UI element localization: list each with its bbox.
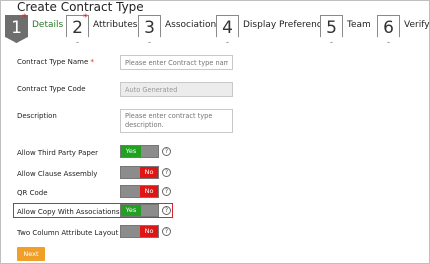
- help-icon[interactable]: ?: [162, 168, 171, 177]
- help-icon[interactable]: ?: [162, 227, 171, 236]
- step-label: Display Preference: [243, 20, 328, 30]
- description-label: Description: [17, 112, 57, 120]
- third-party-paper-toggle[interactable]: Yes: [120, 145, 159, 158]
- page-title: Create Contract Type: [17, 0, 144, 14]
- copy-associations-toggle[interactable]: Yes: [120, 204, 159, 217]
- step-number: 6: [383, 18, 394, 38]
- required-marker: *: [22, 13, 27, 23]
- two-column-layout-toggle[interactable]: No: [120, 225, 159, 238]
- step-label: Team: [347, 20, 371, 30]
- contract-type-name-label: Contract Type Name *: [17, 58, 94, 66]
- step-label: Details: [32, 20, 64, 30]
- help-icon[interactable]: ?: [162, 206, 171, 215]
- help-icon[interactable]: ?: [162, 187, 171, 196]
- step-number: 4: [222, 18, 233, 38]
- qr-code-toggle[interactable]: No: [120, 185, 159, 198]
- toggle-no: No: [140, 186, 158, 197]
- contract-type-code-input: [120, 82, 233, 97]
- step-label: Verify: [404, 20, 430, 30]
- help-icon[interactable]: ?: [162, 147, 171, 156]
- clause-assembly-toggle[interactable]: No: [120, 166, 159, 179]
- third-party-paper-label: Allow Third Party Paper: [17, 149, 99, 157]
- step-label: Association: [165, 20, 217, 30]
- toggle-yes: Yes: [121, 205, 141, 216]
- wizard-steps: 1 * Details 2 * Attributes 3 Association…: [0, 13, 430, 45]
- step-label: Attributes: [93, 20, 138, 30]
- clause-assembly-label: Allow Clause Assembly: [17, 170, 98, 178]
- copy-associations-label: Allow Copy With Associations: [17, 208, 120, 216]
- required-marker: *: [90, 58, 95, 66]
- contract-type-code-label: Contract Type Code: [17, 85, 86, 93]
- next-button[interactable]: Next: [17, 247, 45, 261]
- required-marker: *: [83, 13, 88, 23]
- step-number: 3: [144, 18, 155, 38]
- qr-code-label: QR Code: [17, 189, 48, 197]
- toggle-yes: Yes: [121, 146, 141, 157]
- two-column-layout-label: Two Column Attribute Layout: [17, 229, 119, 237]
- contract-type-name-input[interactable]: [120, 55, 233, 70]
- description-textarea[interactable]: [120, 109, 233, 133]
- field-label-text: Contract Type Name: [17, 58, 89, 66]
- toggle-no: No: [140, 167, 158, 178]
- toggle-no: No: [140, 226, 158, 237]
- step-number: 5: [326, 18, 337, 38]
